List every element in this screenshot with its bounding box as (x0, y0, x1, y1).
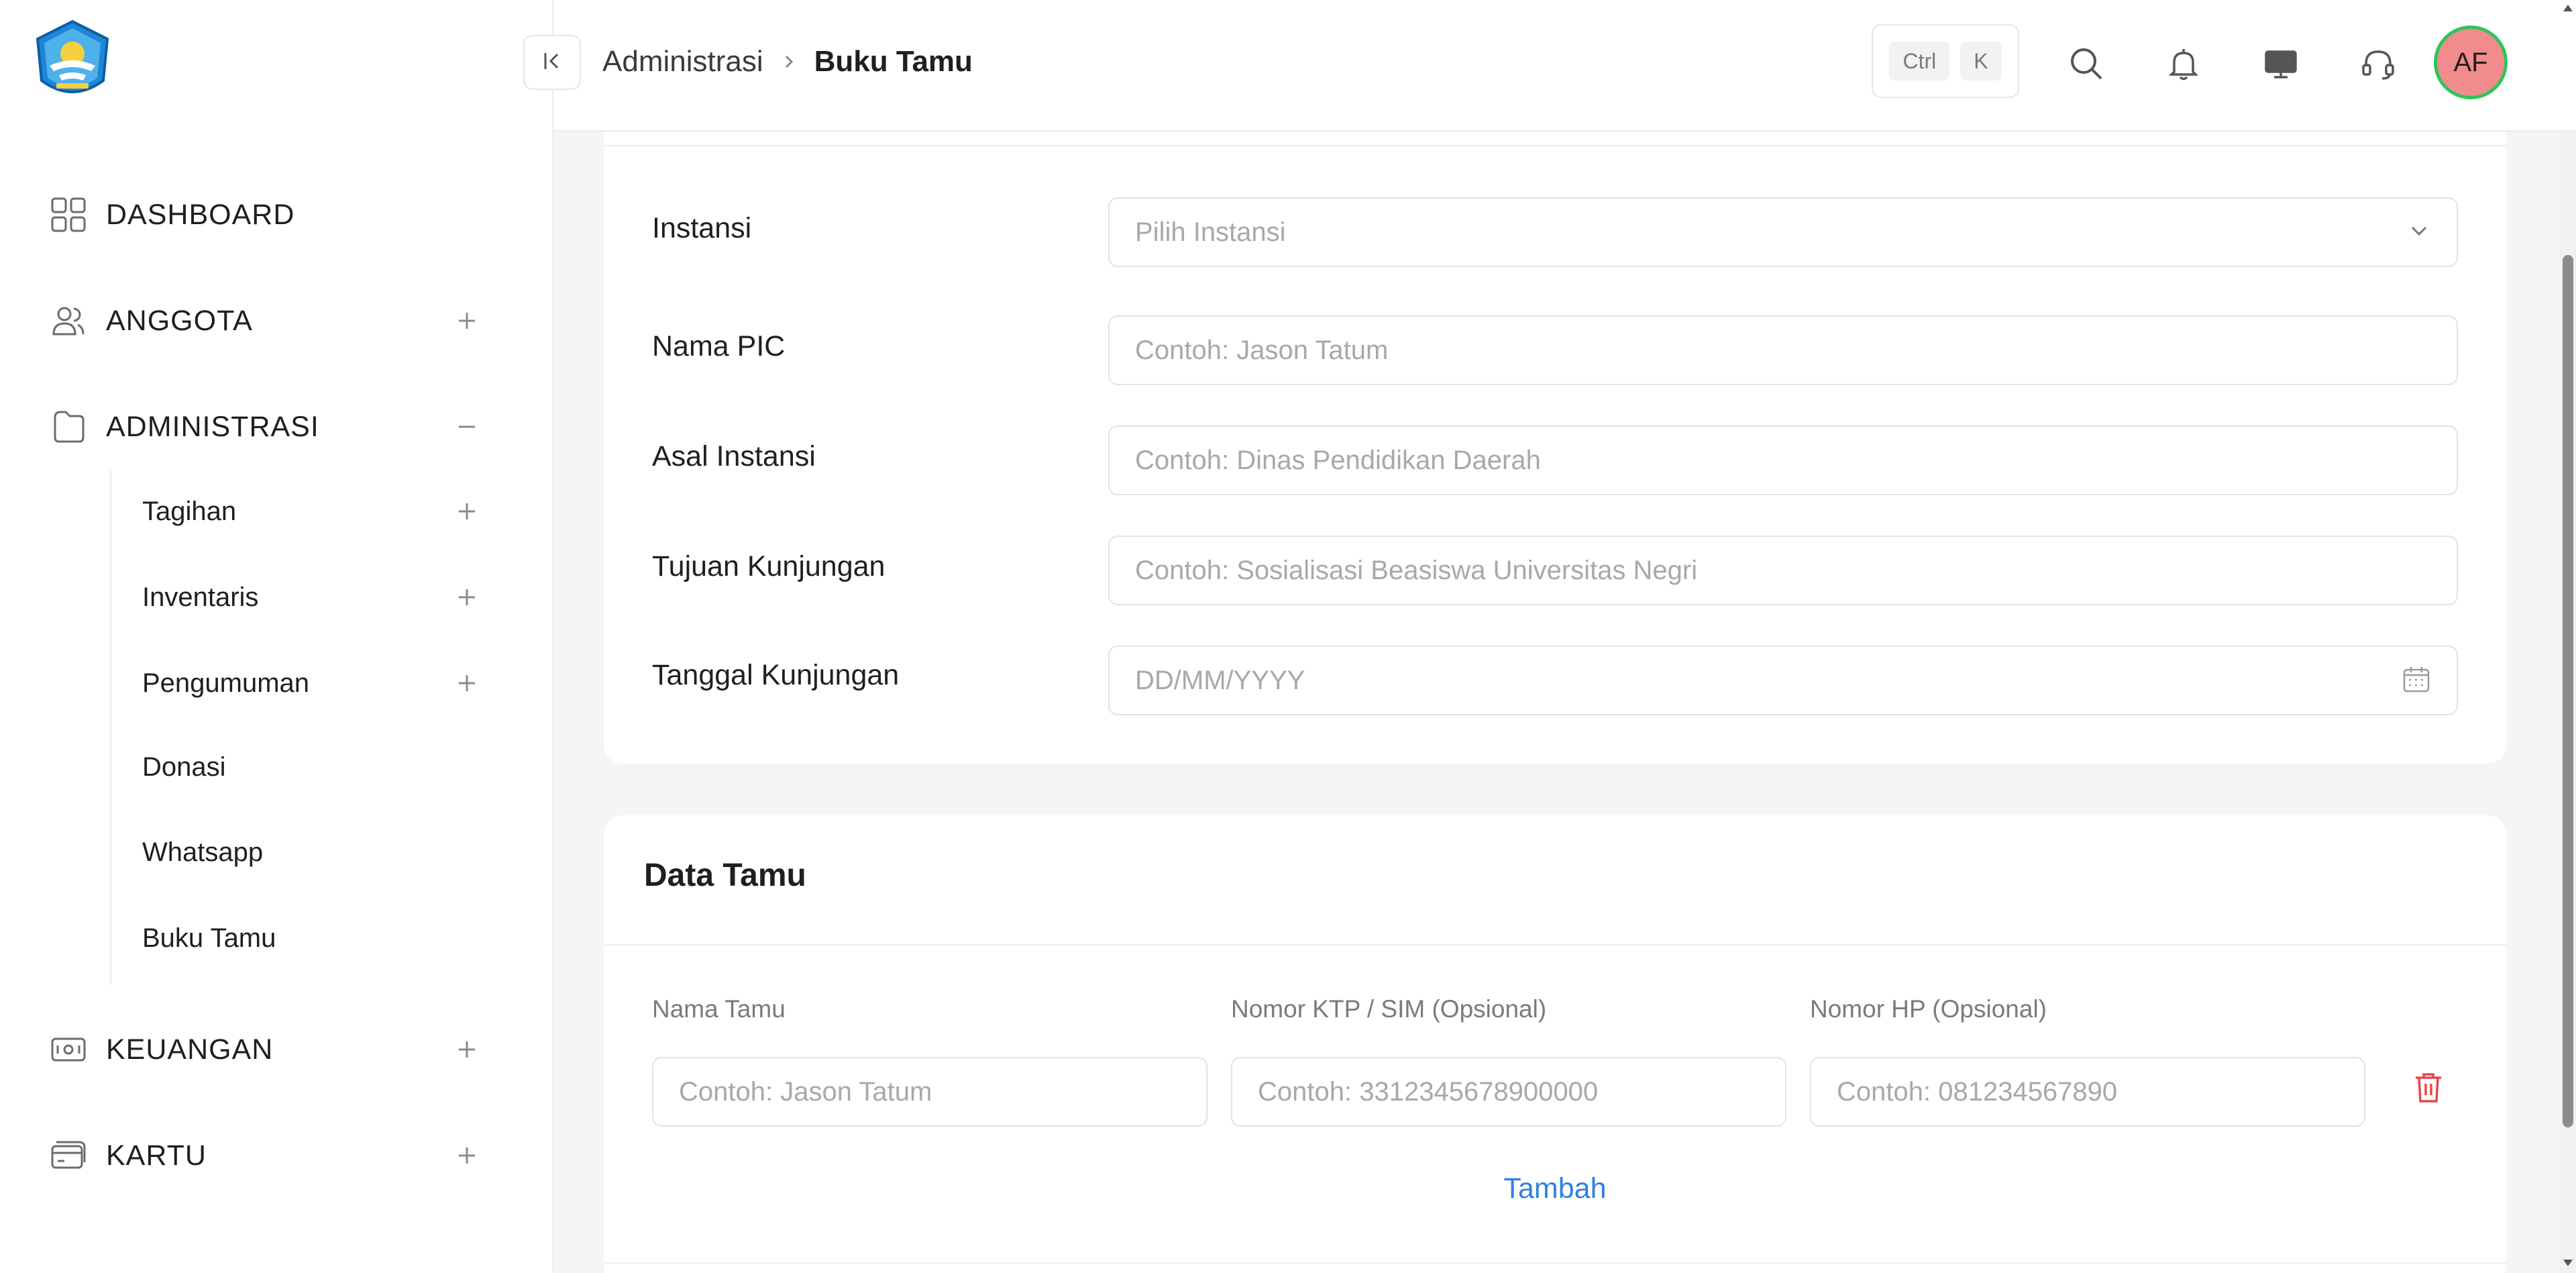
sidebar-item-donasi[interactable]: Donasi (142, 740, 483, 794)
top-header: Administrasi Buku Tamu Ctrl K AF (523, 0, 2576, 132)
chevron-down-icon (2407, 219, 2431, 246)
command-palette-shortcut[interactable]: Ctrl K (1872, 24, 2019, 98)
plus-icon[interactable] (451, 1033, 483, 1066)
card-divider (604, 1262, 2506, 1264)
card-icon (47, 1134, 90, 1177)
collapse-icon (540, 49, 564, 77)
instansi-placeholder: Pilih Instansi (1135, 217, 1286, 247)
visit-form-card: Instansi Pilih Instansi Nama PIC Contoh:… (604, 132, 2506, 764)
kbd-ctrl: Ctrl (1889, 42, 1950, 81)
folder-icon (47, 405, 90, 448)
sidebar-item-inventaris[interactable]: Inventaris (142, 570, 483, 624)
breadcrumb: Administrasi Buku Tamu (602, 40, 973, 83)
headset-icon[interactable] (2355, 40, 2402, 87)
tanggal-kunjungan-placeholder: DD/MM/YYYY (1135, 665, 1305, 695)
search-icon[interactable] (2063, 40, 2110, 87)
nav-keuangan[interactable]: KEUANGAN (47, 1023, 483, 1076)
sidebar-item-buku-tamu[interactable]: Buku Tamu (142, 911, 483, 965)
grid-icon (47, 193, 90, 236)
kbd-k: K (1960, 42, 2002, 81)
submenu-line (110, 470, 111, 985)
sidebar-item-pengumuman[interactable]: Pengumuman (142, 656, 483, 710)
scroll-down-arrow-icon[interactable] (2560, 1255, 2576, 1273)
asal-instansi-placeholder: Contoh: Dinas Pendidikan Daerah (1135, 445, 1541, 475)
sidebar: DASHBOARD ANGGOTA ADMINISTRASI Tagihan I… (0, 0, 553, 1273)
tut-wuri-handayani-logo[interactable] (30, 19, 115, 105)
plus-icon[interactable] (451, 667, 483, 699)
card-divider (604, 145, 2506, 146)
breadcrumb-current: Buku Tamu (814, 45, 973, 78)
nav-anggota[interactable]: ANGGOTA (47, 294, 483, 348)
chevron-right-icon (781, 54, 797, 70)
hp-placeholder: Contoh: 081234567890 (1837, 1076, 2118, 1107)
tujuan-kunjungan-placeholder: Contoh: Sosialisasi Beasiswa Universitas… (1135, 555, 1698, 585)
nama-tamu-input[interactable]: Contoh: Jason Tatum (652, 1057, 1208, 1127)
plus-icon[interactable] (451, 495, 483, 527)
card-divider (604, 944, 2506, 946)
ktp-placeholder: Contoh: 3312345678900000 (1258, 1076, 1599, 1107)
nav-administrasi[interactable]: ADMINISTRASI (47, 400, 483, 454)
sidebar-item-label: Inventaris (142, 582, 259, 612)
sidebar-item-tagihan[interactable]: Tagihan (142, 485, 483, 538)
calendar-icon[interactable] (2402, 664, 2431, 697)
user-avatar[interactable]: AF (2434, 26, 2508, 99)
minus-icon[interactable] (451, 411, 483, 443)
nav-kartu-label: KARTU (106, 1139, 207, 1172)
sidebar-item-label: Buku Tamu (142, 923, 276, 953)
users-icon (47, 299, 90, 342)
instansi-label: Instansi (652, 212, 752, 244)
col-label-nama-tamu: Nama Tamu (652, 995, 786, 1023)
hp-input[interactable]: Contoh: 081234567890 (1810, 1057, 2365, 1127)
trash-icon[interactable] (2402, 1061, 2455, 1115)
scrollbar-thumb[interactable] (2563, 255, 2573, 1127)
nama-pic-label: Nama PIC (652, 330, 786, 362)
ktp-input[interactable]: Contoh: 3312345678900000 (1231, 1057, 1786, 1127)
sidebar-item-label: Whatsapp (142, 837, 264, 867)
guest-data-card: Data Tamu Nama Tamu Nomor KTP / SIM (Ops… (604, 815, 2506, 1273)
nama-pic-input[interactable]: Contoh: Jason Tatum (1108, 315, 2458, 385)
bell-icon[interactable] (2160, 40, 2207, 87)
sidebar-item-label: Tagihan (142, 496, 237, 526)
asal-instansi-input[interactable]: Contoh: Dinas Pendidikan Daerah (1108, 425, 2458, 495)
sidebar-item-label: Pengumuman (142, 668, 310, 698)
nama-pic-placeholder: Contoh: Jason Tatum (1135, 335, 1389, 365)
nav-keuangan-label: KEUANGAN (106, 1033, 274, 1066)
add-guest-button[interactable]: Tambah (1442, 1172, 1668, 1219)
scroll-up-arrow-icon[interactable] (2560, 0, 2576, 16)
guest-section-title: Data Tamu (644, 858, 806, 893)
plus-icon[interactable] (451, 1139, 483, 1172)
nav-dashboard-label: DASHBOARD (106, 198, 295, 231)
nav-kartu[interactable]: KARTU (47, 1129, 483, 1182)
asal-instansi-label: Asal Instansi (652, 440, 816, 472)
col-label-hp: Nomor HP (Opsional) (1810, 995, 2047, 1023)
instansi-select[interactable]: Pilih Instansi (1108, 197, 2458, 267)
tanggal-kunjungan-input[interactable]: DD/MM/YYYY (1108, 646, 2458, 715)
plus-icon[interactable] (451, 305, 483, 337)
nav-administrasi-label: ADMINISTRASI (106, 410, 319, 443)
nav-anggota-label: ANGGOTA (106, 304, 253, 337)
tanggal-kunjungan-label: Tanggal Kunjungan (652, 659, 900, 691)
tujuan-kunjungan-label: Tujuan Kunjungan (652, 550, 885, 582)
monitor-icon[interactable] (2257, 40, 2304, 87)
collapse-sidebar-button[interactable] (523, 35, 581, 90)
sidebar-item-label: Donasi (142, 752, 226, 782)
col-label-ktp: Nomor KTP / SIM (Opsional) (1231, 995, 1547, 1023)
sidebar-item-whatsapp[interactable]: Whatsapp (142, 825, 483, 879)
nav-dashboard[interactable]: DASHBOARD (47, 188, 483, 242)
plus-icon[interactable] (451, 581, 483, 613)
tujuan-kunjungan-input[interactable]: Contoh: Sosialisasi Beasiswa Universitas… (1108, 536, 2458, 605)
breadcrumb-parent[interactable]: Administrasi (602, 45, 763, 79)
nama-tamu-placeholder: Contoh: Jason Tatum (679, 1076, 932, 1107)
money-icon (47, 1028, 90, 1071)
